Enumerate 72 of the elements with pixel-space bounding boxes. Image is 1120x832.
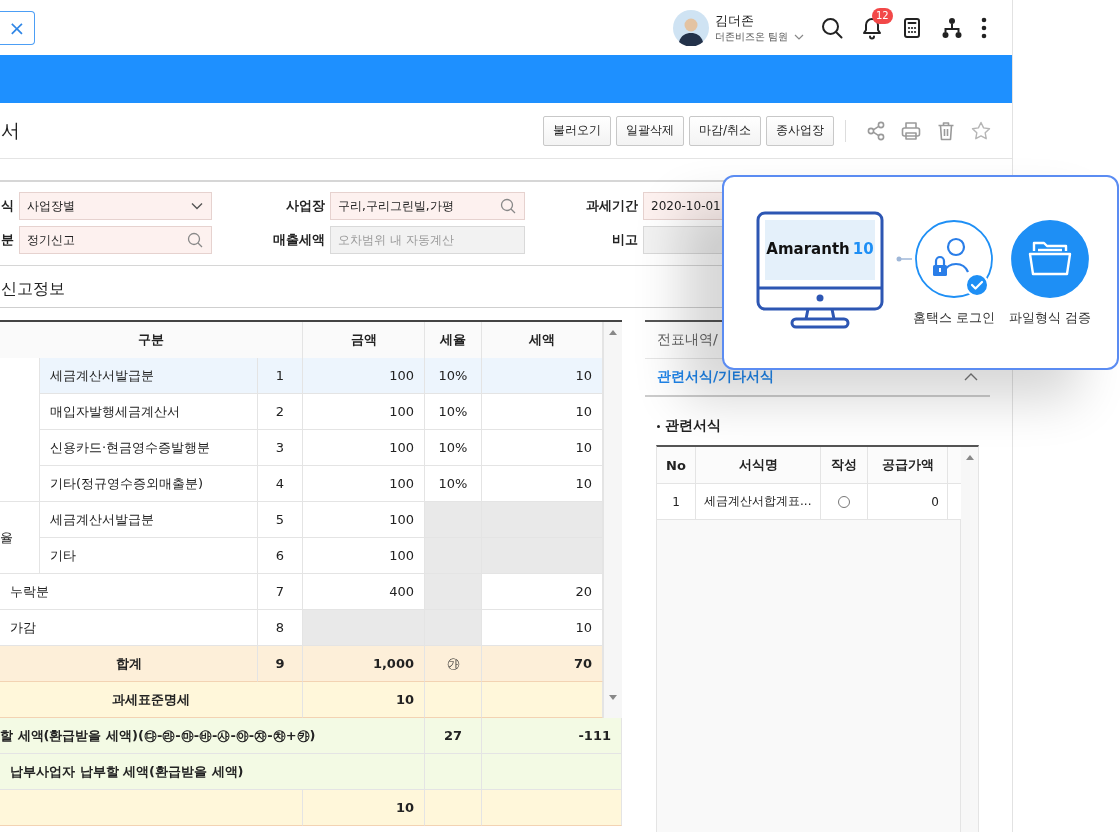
table-cell: 10 <box>482 610 603 646</box>
page-title: 서 <box>1 117 20 143</box>
section-title: 신고정보 <box>1 278 65 300</box>
table-cell: 4 <box>258 466 303 502</box>
user-role: 더존비즈온 팀원 <box>714 29 788 44</box>
field-label: 식 <box>0 197 14 215</box>
table-cell: 100 <box>303 358 425 394</box>
table-cell: 8 <box>258 610 303 646</box>
step-label: 파일형식 검증 <box>1008 309 1092 327</box>
table-cell: 10 <box>482 358 603 394</box>
table-cell: 70 <box>482 646 603 682</box>
table-cell: 27 <box>425 718 482 754</box>
column-header: 서식명 <box>696 447 821 484</box>
table-cell: 기타 <box>40 538 258 574</box>
table-cell: 세금계산서합계표... <box>696 484 821 520</box>
table-cell: 400 <box>303 574 425 610</box>
notification-badge: 12 <box>872 7 893 24</box>
table-cell: 10% <box>425 430 482 466</box>
table-cell: 10 <box>303 682 425 718</box>
field-label: 비고 <box>611 231 638 249</box>
table-cell: 0 <box>868 484 948 520</box>
table-cell: 1 <box>657 484 696 520</box>
field-label: 사업장 <box>285 197 325 215</box>
field-label: 분 <box>0 231 14 249</box>
table-cell: 10 <box>482 430 603 466</box>
column-header: 세율 <box>425 322 482 359</box>
field-label: 매출세액 <box>272 231 325 249</box>
table-cell: 9 <box>258 646 303 682</box>
table-cell: 20 <box>482 574 603 610</box>
table-cell: 10% <box>425 358 482 394</box>
table-cell: -111 <box>482 718 622 754</box>
table-cell: 100 <box>303 430 425 466</box>
column-header: No <box>657 447 696 484</box>
column-header: 공급가액 <box>868 447 948 484</box>
table-cell: 기타(정규영수증외매출분) <box>40 466 258 502</box>
table-cell: 합계 <box>0 646 258 682</box>
table-cell: 매입자발행세금계산서 <box>40 394 258 430</box>
table-cell: 3 <box>258 430 303 466</box>
table-cell: 100 <box>303 502 425 538</box>
table-cell: 할 세액(환급받을 세액)(㉰-㉱-㉲-㉳-㉴-㉵-㉶-㉷+㉸) <box>0 718 425 754</box>
column-header: 구분 <box>0 322 303 359</box>
table-cell: 가감 <box>0 610 258 646</box>
table-cell: 5 <box>258 502 303 538</box>
table-cell: 2 <box>258 394 303 430</box>
logo: Amaranth 10 <box>765 240 875 258</box>
column-header: 금액 <box>303 322 425 359</box>
table-cell: 세금계산서발급분 <box>40 502 258 538</box>
table-cell: 10 <box>482 466 603 502</box>
table-cell: 세금계산서발급분 <box>40 358 258 394</box>
table-cell: 100 <box>303 466 425 502</box>
column-header: 세액 <box>482 322 603 359</box>
table-cell: 7 <box>258 574 303 610</box>
column-header: 작성 <box>821 447 868 484</box>
table-cell: 100 <box>303 394 425 430</box>
table-cell: ㉮ <box>425 646 482 682</box>
table-cell: 10% <box>425 394 482 430</box>
user-name: 김더존 <box>714 11 755 30</box>
table-cell: 율 <box>0 502 40 574</box>
table-cell: 신용카드·현금영수증발행분 <box>40 430 258 466</box>
table-cell: 1,000 <box>303 646 425 682</box>
subsection-title: 관련서식 <box>665 417 721 435</box>
table-cell: 1 <box>258 358 303 394</box>
table-cell: 10 <box>482 394 603 430</box>
table-cell: 납부사업자 납부할 세액(환급받을 세액) <box>0 754 425 790</box>
table-cell: 누락분 <box>0 574 258 610</box>
step-label: 홈택스 로그인 <box>912 309 996 327</box>
table-cell: 과세표준명세 <box>0 682 303 718</box>
table-cell: 10% <box>425 466 482 502</box>
table-cell: 10 <box>303 790 425 826</box>
field-label: 과세기간 <box>585 197 638 215</box>
table-cell: 100 <box>303 538 425 574</box>
table-cell: 6 <box>258 538 303 574</box>
